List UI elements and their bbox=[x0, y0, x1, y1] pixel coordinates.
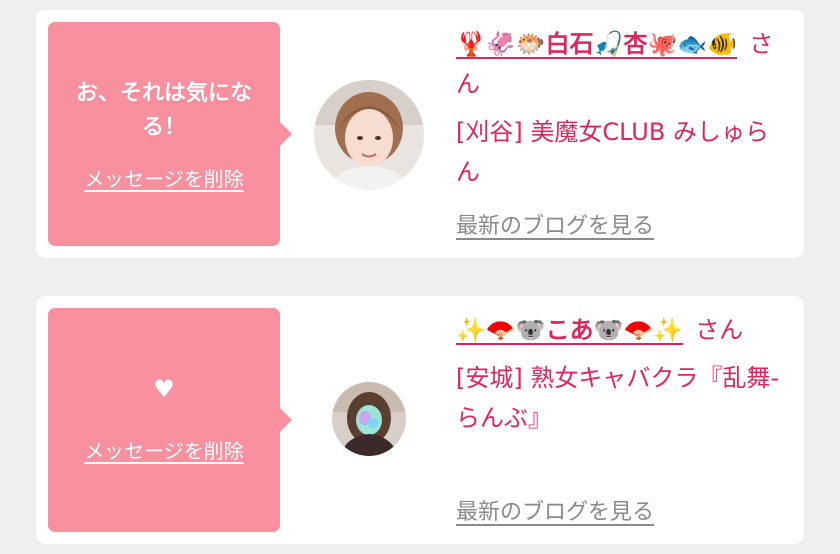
cast-name-link[interactable]: 🦞🦑🐡白石🎣杏🐙🐟🐠 bbox=[456, 30, 737, 58]
heart-icon: ♥ bbox=[153, 374, 175, 403]
shop-name[interactable]: [刈谷] 美魔女CLUB みしゅらん bbox=[456, 112, 784, 192]
honorific: さん bbox=[695, 316, 744, 344]
message-card: お、それは気になる！ メッセージを削除 🦞🦑🐡白石🎣杏🐙🐟🐠 さん [刈谷] 美魔… bbox=[36, 10, 804, 258]
message-bubble: ♥ メッセージを削除 bbox=[48, 308, 280, 532]
view-latest-blog-link[interactable]: 最新のブログを見る bbox=[456, 494, 654, 526]
avatar[interactable] bbox=[314, 80, 424, 190]
delete-message-link[interactable]: メッセージを削除 bbox=[84, 435, 244, 464]
message-bubble: お、それは気になる！ メッセージを削除 bbox=[48, 22, 280, 246]
cast-name-line: 🦞🦑🐡白石🎣杏🐙🐟🐠 さん bbox=[456, 24, 784, 104]
cast-info: ✨🪭🐨こあ🐨🪭✨ さん [安城] 熟女キャバクラ『乱舞-らんぶ』 bbox=[456, 310, 784, 438]
cast-info: 🦞🦑🐡白石🎣杏🐙🐟🐠 さん [刈谷] 美魔女CLUB みしゅらん bbox=[456, 24, 784, 192]
delete-message-link[interactable]: メッセージを削除 bbox=[84, 163, 244, 192]
view-latest-blog-link[interactable]: 最新のブログを見る bbox=[456, 208, 654, 240]
shop-name[interactable]: [安城] 熟女キャバクラ『乱舞-らんぶ』 bbox=[456, 358, 784, 438]
avatar[interactable] bbox=[332, 382, 406, 456]
cast-name-line: ✨🪭🐨こあ🐨🪭✨ さん bbox=[456, 310, 784, 350]
message-card: ♥ メッセージを削除 ✨🪭🐨こあ🐨🪭✨ さん [安城] 熟女キャバクラ『乱舞-らん… bbox=[36, 296, 804, 544]
cast-name-link[interactable]: ✨🪭🐨こあ🐨🪭✨ bbox=[456, 316, 683, 344]
message-text: お、それは気になる！ bbox=[75, 80, 252, 140]
